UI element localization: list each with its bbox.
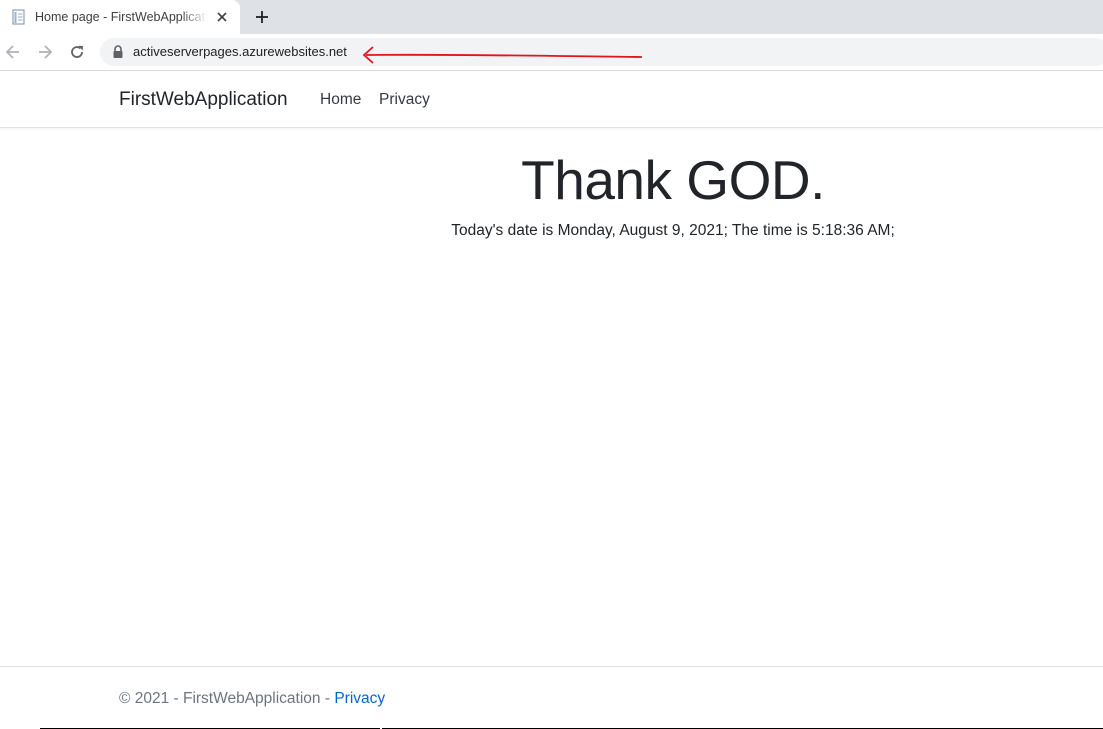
footer-copyright: © 2021 - FirstWebApplication - — [119, 690, 335, 707]
browser-tab[interactable]: Home page - FirstWebApplication — [0, 0, 240, 34]
tab-title: Home page - FirstWebApplication — [35, 10, 207, 24]
nav-link-privacy[interactable]: Privacy — [379, 90, 430, 110]
url-text[interactable]: activeserverpages.azurewebsites.net — [133, 44, 347, 60]
site-navbar: FirstWebApplication Home Privacy — [0, 71, 1103, 128]
footer-privacy-link[interactable]: Privacy — [334, 690, 385, 707]
arrow-right-icon[interactable] — [35, 42, 55, 62]
browser-tabstrip: Home page - FirstWebApplication — [0, 0, 1103, 34]
reload-icon[interactable] — [67, 42, 87, 62]
nav-link-home[interactable]: Home — [320, 90, 361, 110]
lock-icon[interactable] — [112, 45, 124, 59]
page-heading: Thank GOD. — [521, 149, 825, 211]
main-content: Thank GOD. Today's date is Monday, Augus… — [240, 145, 1103, 242]
page-document-icon — [11, 9, 27, 25]
arrow-left-icon[interactable] — [3, 42, 23, 62]
brand-link[interactable]: FirstWebApplication — [119, 88, 288, 112]
close-icon[interactable] — [214, 9, 230, 25]
browser-toolbar: activeserverpages.azurewebsites.net — [0, 34, 1103, 71]
site-footer: © 2021 - FirstWebApplication - Privacy — [0, 666, 1103, 729]
address-bar[interactable]: activeserverpages.azurewebsites.net — [100, 38, 1103, 66]
footer-text: © 2021 - FirstWebApplication - Privacy — [119, 689, 385, 709]
date-time-text: Today's date is Monday, August 9, 2021; … — [451, 222, 895, 239]
plus-icon[interactable] — [250, 5, 274, 29]
